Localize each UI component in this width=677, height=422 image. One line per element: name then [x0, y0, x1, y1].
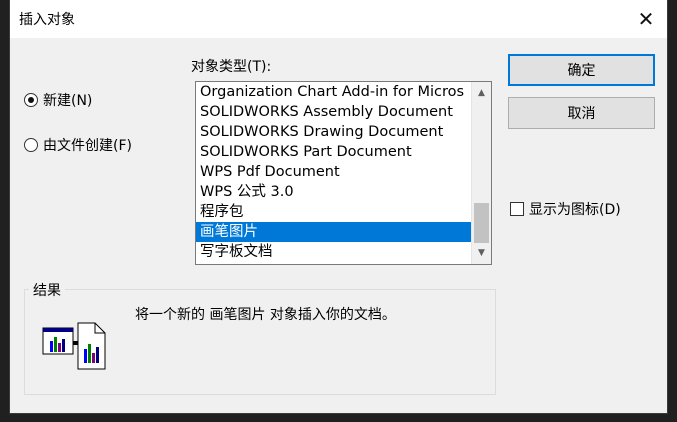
create-from-file-label: 由文件创建(F) — [43, 138, 132, 154]
list-item[interactable]: SOLIDWORKS Part Document — [196, 142, 471, 162]
object-type-label: 对象类型(T): — [191, 59, 272, 75]
scroll-up-icon[interactable]: ▲ — [472, 84, 491, 102]
checkbox-box[interactable] — [510, 202, 524, 216]
title-bar: 插入对象 ✕ — [10, 0, 667, 38]
scroll-thumb[interactable] — [474, 203, 489, 243]
result-description: 将一个新的 画笔图片 对象插入你的文档。 — [135, 307, 396, 323]
dialog-title: 插入对象 — [19, 12, 75, 28]
list-item[interactable]: WPS Pdf Document — [196, 162, 471, 182]
list-scrollbar[interactable]: ▲ ▼ — [471, 82, 491, 264]
ok-button[interactable]: 确定 — [508, 54, 655, 86]
list-item[interactable]: WPS 公式 3.0 — [196, 182, 471, 202]
create-new-radio[interactable]: 新建(N) — [24, 90, 92, 110]
create-new-label: 新建(N) — [43, 93, 93, 109]
list-item-selected[interactable]: 画笔图片 — [196, 222, 471, 242]
close-icon[interactable]: ✕ — [631, 4, 661, 34]
object-type-items: Organization Chart Add-in for Micros SOL… — [196, 82, 471, 264]
cancel-button[interactable]: 取消 — [508, 97, 655, 129]
display-as-icon-checkbox[interactable]: 显示为图标(D) — [510, 199, 621, 219]
display-as-icon-label: 显示为图标(D) — [529, 202, 621, 218]
list-item[interactable]: SOLIDWORKS Assembly Document — [196, 102, 471, 122]
radio-unchecked-icon[interactable] — [24, 138, 38, 152]
result-label: 结果 — [29, 280, 65, 300]
create-from-file-radio[interactable]: 由文件创建(F) — [24, 135, 132, 155]
insert-object-icon — [42, 322, 106, 370]
list-item[interactable]: SOLIDWORKS Drawing Document — [196, 122, 471, 142]
object-type-list[interactable]: Organization Chart Add-in for Micros SOL… — [195, 81, 492, 265]
insert-object-dialog: 插入对象 ✕ 新建(N) 由文件创建(F) 对象类型(T): Organizat… — [9, 0, 668, 414]
list-item[interactable]: 写字板文档 — [196, 242, 471, 262]
list-item[interactable]: Organization Chart Add-in for Micros — [196, 82, 471, 102]
scroll-down-icon[interactable]: ▼ — [472, 244, 491, 262]
radio-checked-icon[interactable] — [24, 93, 38, 107]
list-item[interactable]: 程序包 — [196, 202, 471, 222]
